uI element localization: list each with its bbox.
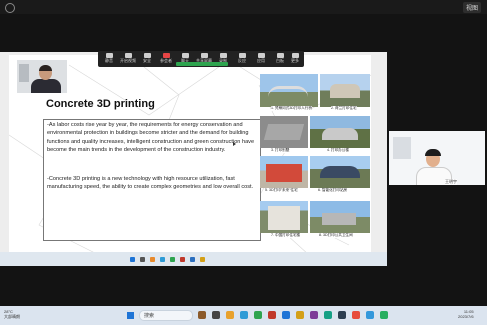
inner-taskbar-app-icon bbox=[170, 257, 175, 262]
photo-5-caption: 5. 3D打印"未来"住宅 bbox=[265, 188, 298, 193]
taskbar-app-icon[interactable] bbox=[226, 311, 234, 319]
photo-1-caption: 1. 梵蒂冈式3D打印人行桥 bbox=[271, 106, 312, 111]
photo-4-caption: 4. 打印办公楼 bbox=[327, 148, 349, 153]
taskbar-app-icon[interactable] bbox=[212, 311, 220, 319]
inner-taskbar-app-icon bbox=[160, 257, 165, 262]
microphone-button[interactable]: 静音 bbox=[100, 52, 118, 66]
photo-7-caption: 7. 中国打印住宅楼 bbox=[271, 233, 301, 238]
slide-paragraph-1: -As labor costs rise year by year, the r… bbox=[47, 122, 255, 153]
app-icon bbox=[5, 3, 15, 13]
taskbar-app-icon[interactable] bbox=[282, 311, 290, 319]
photo-7-apartment bbox=[260, 201, 308, 233]
video-button[interactable]: 开启视频 bbox=[119, 52, 137, 66]
photo-6-caption: 6. 智能化打印站房 bbox=[318, 188, 348, 193]
photo-2-house bbox=[320, 74, 370, 107]
taskbar-app-icon[interactable] bbox=[352, 311, 360, 319]
inner-taskbar-app-icon bbox=[140, 257, 145, 262]
photo-2-caption: 2. 荷兰打印住宅 bbox=[331, 106, 357, 111]
presentation-slide: Concrete 3D printing -As labor costs ris… bbox=[9, 55, 371, 264]
search-placeholder: 搜索 bbox=[144, 313, 155, 319]
mouse-cursor-icon bbox=[233, 142, 236, 146]
photo-3-caption: 3. 打印别墅 bbox=[271, 148, 290, 153]
participant-camera-feed: 王明宇 bbox=[389, 131, 485, 185]
photo-5-future-house bbox=[260, 156, 308, 188]
taskbar-app-icon[interactable] bbox=[268, 311, 276, 319]
taskbar-search-input[interactable]: 搜索 bbox=[139, 310, 193, 321]
photo-1-bridge bbox=[260, 74, 318, 107]
presenter-camera-feed bbox=[17, 60, 67, 93]
taskbar-app-icon[interactable] bbox=[240, 311, 248, 319]
taskbar-app-icon[interactable] bbox=[338, 311, 346, 319]
participants-button[interactable]: 参会者 bbox=[157, 52, 175, 66]
background-window bbox=[19, 64, 29, 82]
system-clock[interactable]: 11:05 2023/7/6 bbox=[458, 309, 474, 319]
inner-taskbar-app-icon bbox=[130, 257, 135, 262]
photo-4-office bbox=[310, 116, 370, 148]
taskbar-app-icon[interactable] bbox=[296, 311, 304, 319]
photo-8-caption: 8. 3D打印公共卫生间 bbox=[319, 233, 353, 238]
slide-text-box: -As labor costs rise year by year, the r… bbox=[43, 119, 261, 241]
presenter-body bbox=[31, 79, 61, 93]
taskbar-app-icon[interactable] bbox=[310, 311, 318, 319]
shared-screen: Concrete 3D printing -As labor costs ris… bbox=[0, 52, 387, 266]
clock-date: 2023/7/6 bbox=[458, 314, 474, 319]
inner-taskbar-app-icon bbox=[150, 257, 155, 262]
slide-title: Concrete 3D printing bbox=[46, 98, 155, 110]
sharing-indicator bbox=[176, 62, 228, 66]
windows-start-icon[interactable] bbox=[127, 312, 134, 319]
presenter-hair bbox=[39, 65, 52, 71]
weather-desc: 大部晴朗 bbox=[4, 314, 20, 319]
more-button[interactable]: 更多 bbox=[286, 52, 304, 66]
inner-taskbar-app-icon bbox=[200, 257, 205, 262]
taskbar-app-icon[interactable] bbox=[380, 311, 388, 319]
inner-taskbar-app-icon bbox=[190, 257, 195, 262]
taskbar-app-icon[interactable] bbox=[198, 311, 206, 319]
taskbar-app-icon[interactable] bbox=[324, 311, 332, 319]
inner-taskbar-app-icon bbox=[180, 257, 185, 262]
wall-poster bbox=[393, 137, 411, 159]
reaction-button[interactable]: 反应 bbox=[233, 52, 251, 66]
apps-button[interactable]: 应用 bbox=[252, 52, 270, 66]
photo-8-toilet bbox=[310, 201, 370, 233]
participant-hair bbox=[425, 149, 441, 156]
taskbar-app-icon[interactable] bbox=[254, 311, 262, 319]
slide-paragraph-2: -Concrete 3D printing is a new technolog… bbox=[47, 176, 254, 191]
taskbar-app-icon[interactable] bbox=[366, 311, 374, 319]
participant-name: 王明宇 bbox=[445, 179, 457, 185]
weather-widget[interactable]: 28°C 大部晴朗 bbox=[4, 309, 20, 319]
top-status-bar: 视图 bbox=[0, 0, 487, 14]
photo-6-station bbox=[310, 156, 370, 188]
view-button[interactable]: 视图 bbox=[462, 2, 481, 13]
security-button[interactable]: 安全 bbox=[138, 52, 156, 66]
photo-3-villa bbox=[260, 116, 308, 148]
